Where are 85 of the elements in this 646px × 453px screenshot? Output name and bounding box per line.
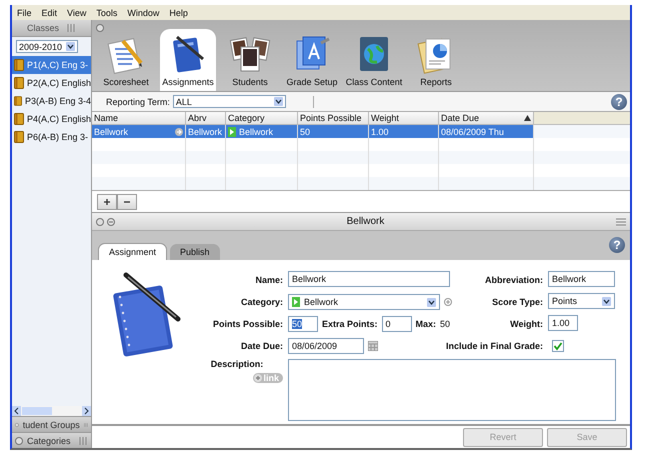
panel-tab[interactable]: Publish — [170, 244, 220, 260]
panel-title: Bellwork — [346, 216, 386, 227]
category-label: Category: — [240, 297, 283, 307]
points-possible-field[interactable]: 50 — [288, 316, 318, 332]
table-cell: 50 — [298, 125, 369, 138]
class-item[interactable]: P2(A,C) English — [12, 74, 91, 92]
grip-icon — [67, 24, 76, 32]
close-icon[interactable] — [96, 218, 104, 226]
remove-button[interactable]: − — [117, 194, 137, 210]
points-possible-label: Points Possible: — [212, 319, 283, 329]
extra-points-field[interactable]: 0 — [382, 316, 412, 332]
abbreviation-field[interactable]: Bellwork — [548, 271, 615, 287]
toolbar-tab[interactable]: Class Content — [346, 29, 402, 91]
include-final-grade-label: Include in Final Grade: — [444, 341, 543, 351]
menu-item[interactable]: Tools — [96, 8, 118, 18]
folder-icon — [14, 77, 24, 89]
caret-icon — [274, 97, 283, 106]
arrow-circle-icon — [175, 128, 183, 136]
column-header[interactable]: Weight — [369, 112, 439, 125]
grip-icon — [79, 436, 88, 444]
category-dropdown[interactable]: Bellwork — [288, 294, 440, 310]
score-type-label: Score Type: — [491, 297, 543, 307]
category-icon — [228, 126, 236, 136]
description-field[interactable] — [288, 359, 616, 421]
folder-icon — [14, 95, 22, 107]
name-label: Name: — [254, 275, 283, 285]
menu-item[interactable]: Help — [169, 8, 188, 18]
minimize-icon[interactable] — [107, 218, 115, 226]
sidebar-panel-header[interactable]: Categories — [12, 432, 91, 448]
table-cell: Bellwork — [186, 125, 226, 138]
abbreviation-label: Abbreviation: — [484, 275, 543, 285]
description-label: Description: — [210, 359, 264, 369]
column-header[interactable]: Points Possible — [298, 112, 369, 125]
caret-icon — [66, 42, 75, 51]
year-dropdown[interactable]: 2009-2010 — [16, 40, 78, 53]
column-header[interactable]: Date Due — [439, 112, 534, 125]
score-type-dropdown[interactable]: Points — [548, 293, 615, 309]
menu-icon[interactable] — [616, 218, 626, 226]
plus-icon — [254, 374, 262, 382]
toolbar-tab[interactable]: Students — [222, 29, 278, 91]
add-button[interactable]: + — [97, 194, 117, 210]
toolbar-tab[interactable]: Scoresheet — [98, 29, 154, 91]
menu-item[interactable]: Edit — [42, 8, 58, 18]
sidebar-header: Classes — [12, 20, 91, 37]
menu-item[interactable]: View — [67, 8, 86, 18]
class-item[interactable]: P1(A,C) Eng 3- — [12, 56, 91, 74]
toolbar-tab[interactable]: Assignments — [160, 29, 216, 91]
add-circle-icon[interactable] — [444, 298, 452, 306]
toolbar-tab[interactable]: Reports — [408, 29, 464, 91]
caret-icon — [427, 298, 436, 306]
menu-item[interactable]: Window — [127, 8, 160, 18]
close-icon[interactable] — [96, 24, 104, 32]
table-cell: Bellwork — [92, 125, 186, 138]
folder-icon — [14, 131, 24, 143]
calendar-icon[interactable] — [368, 341, 378, 351]
horizontal-scrollbar[interactable] — [12, 406, 91, 416]
sidebar-panel-header[interactable]: tudent Groups — [12, 416, 91, 432]
menu-item[interactable]: File — [17, 8, 32, 18]
column-header[interactable]: Category — [226, 112, 298, 125]
reporting-term-dropdown[interactable]: ALL — [172, 95, 286, 108]
class-item[interactable]: P6(A-B) Eng 3- — [12, 128, 91, 146]
grip-icon — [84, 420, 88, 428]
max-value: 50 — [440, 319, 450, 329]
column-header[interactable]: Name — [92, 112, 186, 125]
toolbar-tab[interactable]: Grade Setup — [284, 29, 340, 91]
class-item[interactable]: P3(A-B) Eng 3-4 — [12, 92, 91, 110]
max-label: Max: — [416, 319, 436, 329]
date-due-label: Date Due: — [240, 341, 283, 351]
table-cell: 1.00 — [369, 125, 439, 138]
folder-icon — [14, 113, 24, 125]
column-header[interactable]: Abrv — [186, 112, 226, 125]
reporting-term-label: Reporting Term: — [106, 96, 170, 106]
panel-tab[interactable]: Assignment — [98, 243, 168, 260]
date-due-field[interactable]: 08/06/2009 — [288, 338, 364, 354]
extra-points-label: Extra Points: — [322, 319, 378, 329]
caret-icon — [602, 296, 611, 306]
folder-icon — [14, 59, 24, 71]
weight-field[interactable]: 1.00 — [548, 315, 578, 331]
category-icon — [292, 297, 300, 307]
checkbox[interactable] — [552, 340, 564, 352]
class-item[interactable]: P4(A,C) English — [12, 110, 91, 128]
weight-label: Weight: — [509, 319, 543, 329]
table-cell: Bellwork — [226, 125, 298, 138]
name-field[interactable]: Bellwork — [288, 271, 450, 287]
table-cell: 08/06/2009 Thu — [439, 125, 534, 138]
